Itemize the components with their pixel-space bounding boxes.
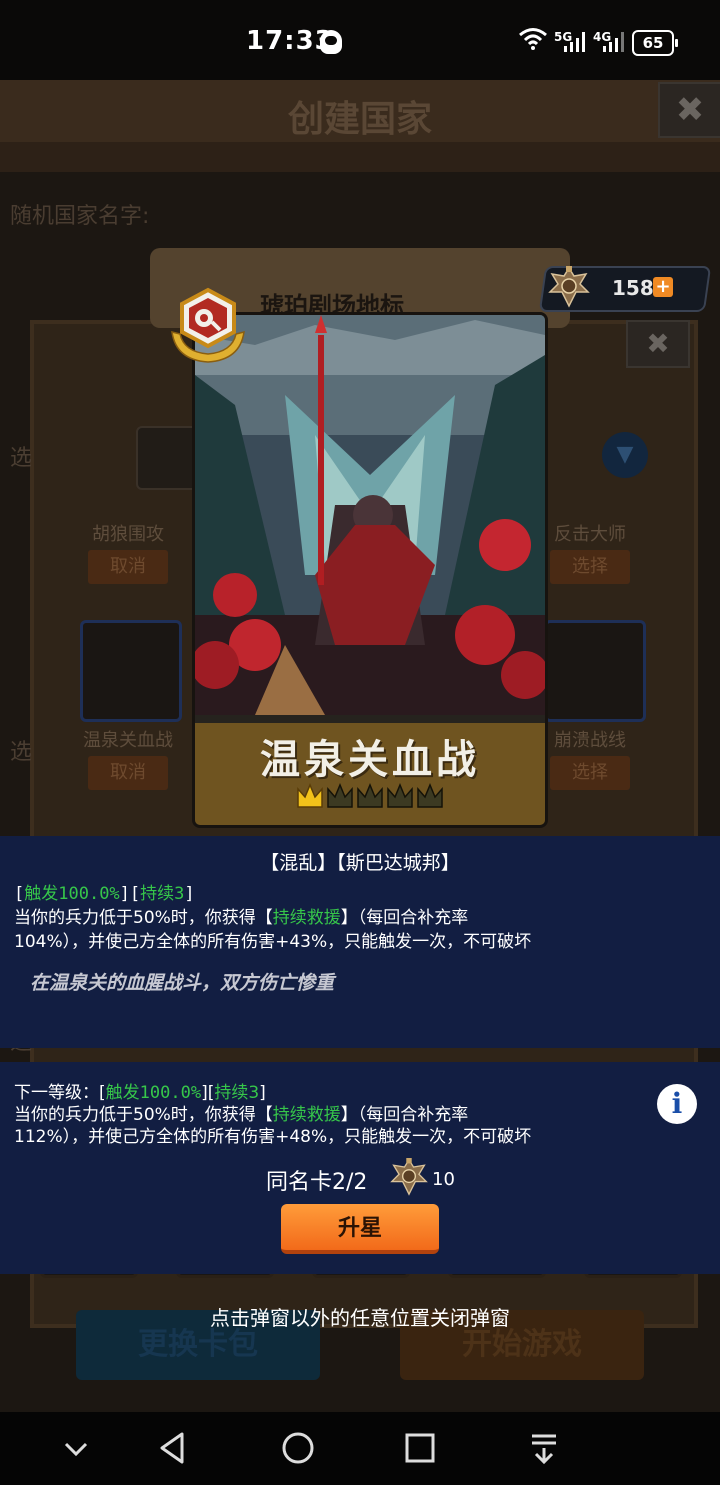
info-icon[interactable]: i bbox=[657, 1084, 697, 1124]
card-detail: 温泉关血战 bbox=[192, 312, 548, 828]
tag-bracket: [ bbox=[14, 884, 25, 904]
eagle-emblem-icon bbox=[548, 266, 590, 308]
notification-shade-icon[interactable] bbox=[526, 1430, 562, 1466]
background-close-button[interactable]: ✖ bbox=[658, 82, 720, 138]
signal-icon-2 bbox=[601, 32, 625, 52]
duplicate-count: 同名卡2/2 bbox=[266, 1170, 368, 1195]
chevron-down-icon[interactable] bbox=[58, 1430, 94, 1466]
random-name-label: 随机国家名字: bbox=[10, 204, 150, 229]
upgrade-star-button[interactable]: 升星 bbox=[281, 1204, 439, 1254]
close-popup-hint: 点击弹窗以外的任意位置关闭弹窗 bbox=[210, 1306, 510, 1330]
effect-text: 】（每回合补充率 bbox=[340, 908, 469, 928]
battery-icon: 65 bbox=[632, 30, 678, 56]
add-currency-button[interactable]: + bbox=[653, 277, 673, 297]
rank-badge-icon bbox=[171, 287, 245, 363]
background-title: 创建国家 bbox=[287, 99, 432, 140]
background-slot bbox=[136, 426, 200, 490]
card-name: 温泉关血战 bbox=[260, 737, 480, 783]
qq-icon bbox=[320, 30, 342, 54]
home-icon[interactable] bbox=[280, 1430, 316, 1466]
background-side-label: 选 bbox=[10, 740, 33, 765]
currency-value: 158 bbox=[612, 276, 654, 300]
wifi-icon bbox=[519, 28, 547, 50]
background-card-label: 胡狼围攻 bbox=[92, 524, 164, 545]
buff-name: 持续救援 bbox=[272, 908, 341, 928]
background-card[interactable] bbox=[80, 620, 182, 722]
signal-icon bbox=[562, 32, 586, 52]
faction-tags: 【混乱】【斯巴达城邦】 bbox=[260, 852, 460, 874]
upgrade-cost: 10 bbox=[432, 1169, 455, 1190]
status-bar: 17:33 5G 4G 65 bbox=[0, 0, 720, 80]
background-band bbox=[0, 142, 720, 172]
crown-empty-icon bbox=[417, 783, 443, 808]
background-panel-close-button[interactable]: ✖ bbox=[626, 320, 690, 368]
next-effect-description-line: 112%），并使己方全体的所有伤害+48%，只能触发一次，不可破坏 bbox=[14, 1127, 532, 1147]
background-card-label: 温泉关血战 bbox=[83, 730, 173, 751]
back-icon[interactable] bbox=[156, 1430, 192, 1466]
background-card-button[interactable]: 选择 bbox=[550, 550, 630, 584]
effect-description-line: 当你的兵力低于50%时，你获得【持续救援】（每回合补充率 bbox=[14, 903, 468, 928]
background-card-button[interactable]: 取消 bbox=[88, 756, 168, 790]
card-artwork bbox=[195, 315, 545, 715]
background-card-label: 反击大师 bbox=[554, 524, 626, 545]
background-side-label: 选 bbox=[10, 446, 33, 471]
crown-empty-icon bbox=[327, 783, 353, 808]
tag-bracket: ] bbox=[184, 884, 195, 904]
background-card-button[interactable]: 取消 bbox=[88, 550, 168, 584]
trigger-chance: 触发100.0% bbox=[24, 884, 120, 904]
effect-text: 当你的兵力低于50%时，你获得【 bbox=[14, 908, 273, 928]
crown-empty-icon bbox=[357, 783, 383, 808]
flavor-text: 在温泉关的血腥战斗，双方伤亡惨重 bbox=[30, 972, 335, 994]
eagle-emblem-icon bbox=[390, 1158, 428, 1196]
effect-tags: [触发100.0%][持续3] bbox=[14, 879, 195, 904]
background-card-button[interactable]: 选择 bbox=[550, 756, 630, 790]
filter-icon[interactable]: ▼ bbox=[602, 432, 648, 478]
background-card[interactable] bbox=[544, 620, 646, 722]
crown-empty-icon bbox=[387, 783, 413, 808]
effect-description-line: 104%），并使己方全体的所有伤害+43%，只能触发一次，不可破坏 bbox=[14, 932, 532, 952]
system-nav-bar bbox=[0, 1412, 720, 1485]
duration: 持续3 bbox=[140, 884, 185, 904]
recents-icon[interactable] bbox=[402, 1430, 438, 1466]
tag-bracket: ][ bbox=[119, 884, 141, 904]
crown-filled-icon bbox=[297, 783, 323, 808]
background-card-label: 崩溃战线 bbox=[554, 730, 626, 751]
star-crowns bbox=[297, 783, 443, 808]
